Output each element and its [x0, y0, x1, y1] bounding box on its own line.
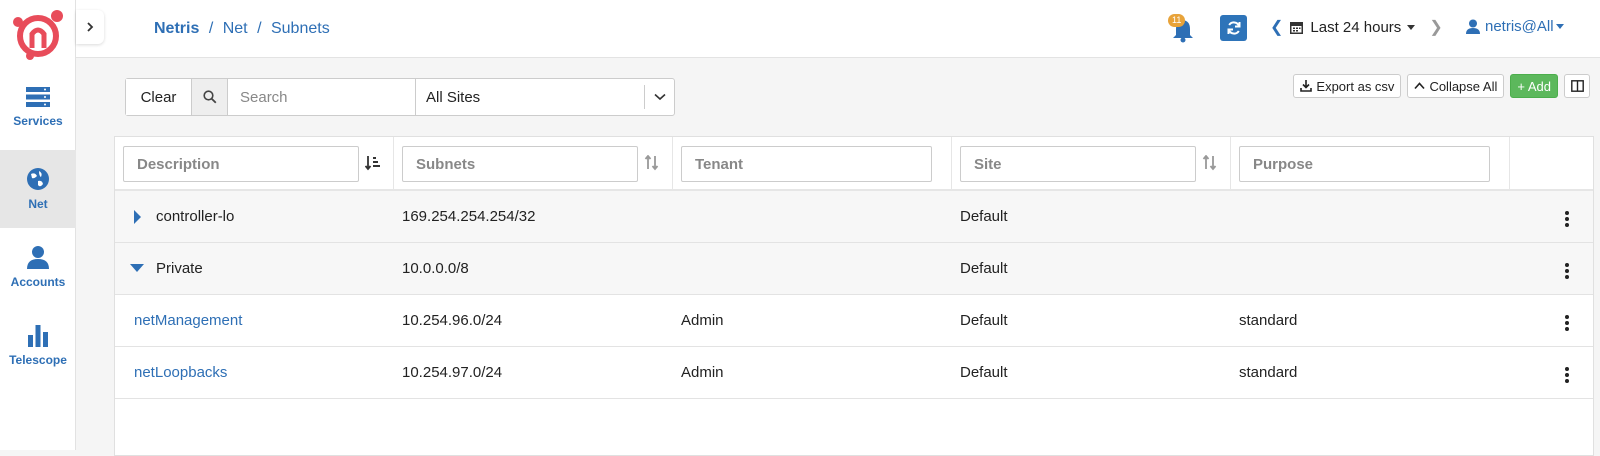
cell-tenant: Admin — [681, 364, 724, 381]
user-menu[interactable]: netris@All — [1466, 18, 1564, 35]
table-row[interactable]: Private 10.0.0.0/8 Default — [115, 243, 1593, 295]
cell-purpose: standard — [1239, 312, 1298, 329]
cell-subnet: 10.254.97.0/24 — [402, 364, 503, 381]
column-subnets: Subnets — [394, 137, 673, 191]
subnets-table: Description Subnets Tenant Site Purpose — [114, 136, 1594, 456]
server-icon — [26, 87, 50, 107]
site-select[interactable]: All Sites — [416, 79, 674, 115]
collapse-icon[interactable] — [130, 264, 144, 272]
row-menu-icon[interactable] — [1565, 367, 1569, 385]
cell-subnet: 10.254.96.0/24 — [402, 312, 503, 329]
cell-description: Private — [156, 260, 203, 277]
sidebar: Services Net Accounts Telescope — [0, 0, 76, 450]
subnet-link[interactable]: netLoopbacks — [134, 364, 227, 381]
table-row[interactable]: controller-lo 169.254.254.254/32 Default — [115, 191, 1593, 243]
refresh-button[interactable] — [1220, 15, 1247, 41]
chevron-left-icon[interactable]: ❮ — [1264, 17, 1289, 37]
add-button[interactable]: + Add — [1510, 74, 1558, 98]
table-row[interactable]: netLoopbacks 10.254.97.0/24 Admin Defaul… — [115, 347, 1593, 399]
table-actions: Export as csv Collapse All + Add — [1293, 74, 1590, 98]
table-header: Description Subnets Tenant Site Purpose — [115, 137, 1593, 191]
collapse-all-label: Collapse All — [1429, 78, 1498, 94]
notifications-button[interactable]: 11 — [1168, 14, 1198, 44]
chevron-up-icon — [1414, 82, 1426, 90]
sidebar-item-services[interactable]: Services — [0, 68, 76, 146]
sidebar-item-label: Accounts — [10, 275, 66, 289]
site-select-value: All Sites — [426, 88, 481, 106]
cell-description: controller-lo — [156, 208, 235, 225]
cell-tenant: Admin — [681, 312, 724, 329]
export-csv-button[interactable]: Export as csv — [1293, 74, 1402, 98]
cell-subnet: 169.254.254.254/32 — [402, 208, 536, 225]
column-description: Description — [115, 137, 394, 191]
chevron-right-icon[interactable]: ❯ — [1423, 17, 1448, 37]
top-header: Netris / Net / Subnets 11 ❮ Last 24 hour… — [76, 0, 1600, 58]
sidebar-item-accounts[interactable]: Accounts — [0, 228, 76, 306]
user-name: netris@All — [1485, 18, 1554, 35]
breadcrumb-subnets[interactable]: Subnets — [271, 20, 330, 37]
breadcrumb-separator: / — [257, 20, 262, 37]
user-icon — [1466, 19, 1480, 34]
column-tenant: Tenant — [673, 137, 952, 191]
time-range-dropdown[interactable]: Last 24 hours — [1310, 18, 1416, 36]
globe-icon — [27, 168, 49, 190]
sort-desc-icon[interactable] — [365, 155, 381, 171]
cell-subnet: 10.0.0.0/8 — [402, 260, 469, 277]
chevron-down-icon[interactable] — [644, 85, 674, 109]
filter-bar: Clear All Sites — [125, 78, 675, 116]
caret-down-icon — [1407, 25, 1416, 31]
row-menu-icon[interactable] — [1565, 315, 1569, 333]
purpose-filter[interactable]: Purpose — [1239, 146, 1490, 182]
chevron-right-icon — [87, 22, 94, 32]
column-toggle-button[interactable] — [1564, 74, 1590, 98]
column-purpose: Purpose — [1231, 137, 1510, 191]
refresh-icon — [1227, 21, 1240, 35]
sidebar-item-telescope[interactable]: Telescope — [0, 306, 76, 384]
bar-chart-icon — [28, 325, 48, 347]
clear-button[interactable]: Clear — [126, 79, 192, 115]
row-menu-icon[interactable] — [1565, 263, 1569, 281]
netris-logo[interactable] — [10, 6, 66, 62]
export-csv-label: Export as csv — [1316, 78, 1395, 94]
tenant-filter[interactable]: Tenant — [681, 146, 932, 182]
subnets-filter[interactable]: Subnets — [402, 146, 638, 182]
collapse-all-button[interactable]: Collapse All — [1407, 74, 1505, 98]
sort-icon[interactable] — [644, 155, 660, 171]
time-range-label: Last 24 hours — [1310, 18, 1402, 36]
row-menu-icon[interactable] — [1565, 211, 1569, 229]
breadcrumb-root[interactable]: Netris — [154, 20, 199, 37]
description-filter[interactable]: Description — [123, 146, 359, 182]
columns-icon — [1570, 80, 1584, 92]
sort-icon[interactable] — [1202, 155, 1218, 171]
cell-purpose: standard — [1239, 364, 1298, 381]
user-icon — [27, 246, 49, 269]
cell-site: Default — [960, 364, 1008, 381]
breadcrumb-net[interactable]: Net — [223, 20, 248, 37]
column-site: Site — [952, 137, 1231, 191]
cell-site: Default — [960, 312, 1008, 329]
breadcrumb: Netris / Net / Subnets — [154, 20, 330, 38]
sidebar-item-label: Services — [13, 114, 63, 128]
breadcrumb-separator: / — [208, 20, 214, 37]
table-row[interactable]: netManagement 10.254.96.0/24 Admin Defau… — [115, 295, 1593, 347]
caret-down-icon — [1555, 24, 1564, 29]
calendar-icon — [1290, 21, 1304, 34]
site-filter[interactable]: Site — [960, 146, 1196, 182]
sidebar-item-label: Telescope — [9, 353, 67, 367]
download-icon — [1300, 80, 1313, 92]
notification-badge: 11 — [1168, 14, 1186, 27]
search-icon — [192, 79, 228, 115]
time-range-selector: ❮ Last 24 hours ❯ — [1264, 17, 1449, 37]
sidebar-item-net[interactable]: Net — [0, 150, 76, 228]
sidebar-toggle-button[interactable] — [76, 10, 104, 44]
search-input[interactable] — [228, 79, 416, 115]
cell-site: Default — [960, 208, 1008, 225]
cell-site: Default — [960, 260, 1008, 277]
sidebar-item-label: Net — [28, 197, 48, 211]
expand-icon[interactable] — [134, 210, 141, 224]
subnet-link[interactable]: netManagement — [134, 312, 242, 329]
